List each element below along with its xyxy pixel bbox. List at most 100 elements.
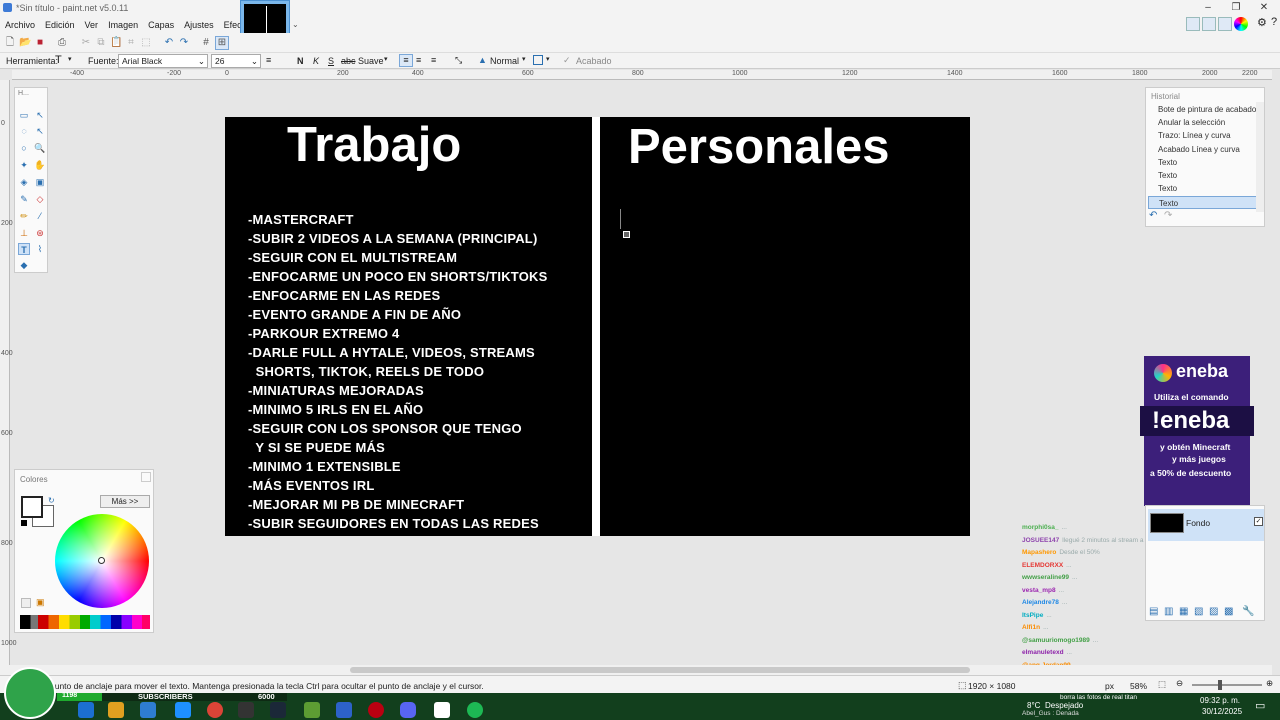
history-item[interactable]: Acabado Línea y curva — [1148, 143, 1258, 156]
history-redo-icon[interactable]: ↷ — [1164, 210, 1172, 221]
history-undo-icon[interactable]: ↶ — [1149, 210, 1157, 221]
colors-window-icon[interactable] — [1234, 17, 1248, 31]
ruler-toggle-icon[interactable]: ⊞ — [215, 36, 229, 50]
menu-edicion[interactable]: Edición — [40, 20, 80, 30]
menu-capas[interactable]: Capas — [143, 20, 179, 30]
obs-icon[interactable] — [238, 702, 254, 718]
line-curve-icon[interactable]: ⌇ — [34, 243, 46, 255]
reset-colors-icon[interactable] — [21, 520, 27, 526]
delete-layer-icon[interactable]: ▥ — [1164, 606, 1173, 617]
close-icon[interactable]: ✕ — [1250, 0, 1278, 16]
paintnet-taskbar-icon[interactable] — [336, 702, 352, 718]
pan-icon[interactable]: ✋ — [34, 159, 46, 171]
units-select[interactable]: px — [1105, 681, 1114, 691]
zoom-in-icon[interactable]: ⊕ — [1266, 678, 1273, 689]
history-item[interactable]: Anular la selección — [1148, 116, 1258, 129]
history-item[interactable]: Bote de pintura de acabado — [1148, 103, 1258, 116]
history-window-icon[interactable] — [1202, 17, 1216, 31]
eraser-icon[interactable]: ◇ — [34, 193, 46, 205]
strikethrough-button[interactable]: abc — [341, 56, 356, 66]
gradient-icon[interactable]: ▣ — [34, 176, 46, 188]
magic-wand-icon[interactable]: ✦ — [18, 159, 30, 171]
tool-window-icon[interactable] — [1186, 17, 1200, 31]
menu-ver[interactable]: Ver — [80, 20, 104, 30]
zoom-icon[interactable]: 🔍 — [34, 142, 46, 154]
horizontal-scrollbar[interactable] — [0, 665, 1272, 675]
history-item[interactable]: Texto — [1148, 169, 1258, 182]
blend-mode-icon[interactable]: ⤡ — [455, 55, 462, 66]
print-icon[interactable]: ⎙ — [56, 37, 68, 49]
minimize-icon[interactable]: – — [1194, 0, 1222, 16]
paint-bucket-icon[interactable]: ◈ — [18, 176, 30, 188]
font-options-icon[interactable]: ≡ — [266, 55, 271, 65]
move-layer-down-icon[interactable]: ▩ — [1224, 606, 1233, 617]
grid-icon[interactable]: # — [200, 37, 212, 49]
merge-layer-icon[interactable]: ▧ — [1194, 606, 1203, 617]
antialias-dropdown-icon[interactable]: ▾ — [384, 55, 388, 63]
image-canvas[interactable]: Trabajo Personales -MASTERCRAFT -SUBIR 2… — [225, 117, 970, 536]
maximize-icon[interactable]: ❐ — [1222, 0, 1250, 16]
store-icon[interactable] — [140, 702, 156, 718]
history-item[interactable]: Texto — [1148, 156, 1258, 169]
text-tool-icon[interactable]: T — [55, 54, 62, 66]
layer-properties-icon[interactable]: 🔧 — [1242, 606, 1254, 617]
panel-close-icon[interactable] — [141, 472, 151, 482]
undo-icon[interactable]: ↶ — [163, 37, 175, 49]
save-icon[interactable]: ■ — [34, 37, 46, 49]
search-icon[interactable] — [78, 702, 94, 718]
more-colors-button[interactable]: Más >> — [100, 495, 150, 508]
open-file-icon[interactable]: 📂 — [19, 37, 31, 49]
font-select[interactable]: Arial Black ⌄ — [118, 54, 208, 68]
file-explorer-icon[interactable] — [108, 702, 124, 718]
font-size-select[interactable]: 26 ⌄ — [211, 54, 261, 68]
chrome-icon[interactable] — [207, 702, 223, 718]
shapes-icon[interactable]: ◆ — [18, 259, 30, 271]
bold-button[interactable]: N — [297, 56, 304, 66]
minecraft-icon[interactable] — [304, 702, 320, 718]
redo-icon[interactable]: ↷ — [178, 37, 190, 49]
anchor-handle[interactable] — [623, 231, 630, 238]
recolor-icon[interactable]: ⊛ — [34, 227, 46, 239]
finish-check-icon[interactable]: ✓ — [563, 55, 571, 66]
spotify-icon[interactable] — [467, 702, 483, 718]
italic-button[interactable]: K — [313, 56, 319, 66]
primary-color-swatch[interactable] — [21, 496, 43, 518]
history-item[interactable]: Trazo: Línea y curva — [1148, 129, 1258, 142]
color-palette[interactable] — [20, 615, 150, 629]
move-layer-up-icon[interactable]: ▨ — [1209, 606, 1218, 617]
swap-colors-icon[interactable]: ↻ — [48, 496, 55, 505]
tool-dropdown-icon[interactable]: ▾ — [68, 55, 72, 63]
move-selected-icon[interactable]: ↖ — [34, 125, 46, 137]
clipping-dropdown-icon[interactable]: ▾ — [546, 55, 550, 63]
duplicate-layer-icon[interactable]: ▦ — [1179, 606, 1188, 617]
antialias-select[interactable]: Suave — [358, 56, 384, 66]
pencil-icon[interactable]: ✏ — [18, 210, 30, 222]
new-file-icon[interactable]: 🗋 — [4, 37, 16, 49]
align-right-icon[interactable]: ≡ — [431, 55, 436, 65]
text-tool-active-icon[interactable]: T — [18, 243, 30, 255]
discord-icon[interactable] — [400, 702, 416, 718]
alpha-blend-icon[interactable]: ▲ — [478, 55, 487, 65]
history-scrollbar[interactable] — [1256, 102, 1264, 212]
palette-menu-icon[interactable] — [21, 598, 31, 608]
zoom-level[interactable]: 58% — [1130, 681, 1147, 691]
tab-dropdown-icon[interactable]: ⌄ — [292, 20, 299, 29]
steam-icon[interactable] — [270, 702, 286, 718]
notification-center-icon[interactable]: ▭ — [1255, 699, 1265, 712]
blend-dropdown-icon[interactable]: ▾ — [522, 55, 526, 63]
align-left-icon[interactable]: ≡ — [399, 54, 413, 67]
menu-ajustes[interactable]: Ajustes — [179, 20, 219, 30]
paintbrush-icon[interactable]: ✎ — [18, 193, 30, 205]
move-selection-icon[interactable]: ↖ — [34, 109, 46, 121]
underline-button[interactable]: S — [328, 56, 334, 66]
crop-icon[interactable]: ⌗ — [125, 37, 137, 49]
zoom-slider[interactable] — [1192, 684, 1262, 686]
history-item-selected[interactable]: Texto — [1148, 196, 1258, 209]
selection-clipping-icon[interactable] — [533, 55, 543, 65]
opera-icon[interactable] — [368, 702, 384, 718]
add-layer-icon[interactable]: ▤ — [1149, 606, 1158, 617]
cut-icon[interactable]: ✂ — [80, 37, 92, 49]
clone-stamp-icon[interactable]: ⊥ — [18, 227, 30, 239]
zoom-out-icon[interactable]: ⊖ — [1176, 678, 1183, 689]
palette-options-icon[interactable]: ▣ — [36, 597, 45, 608]
